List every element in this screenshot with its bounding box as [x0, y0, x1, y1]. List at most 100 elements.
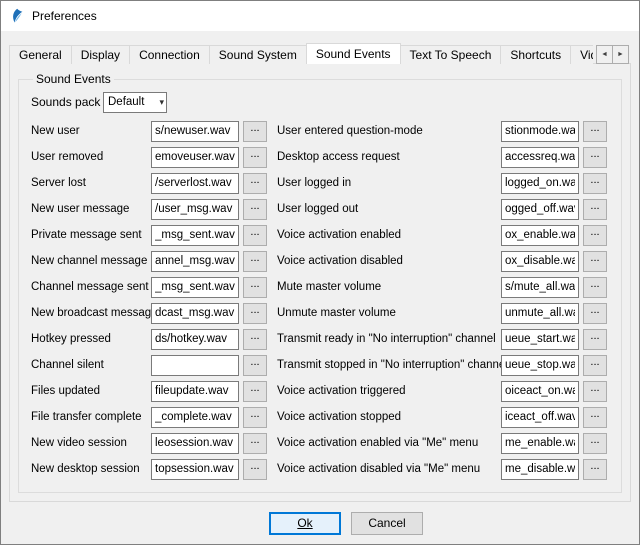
sounds-pack-select[interactable]: Default ▾ [103, 92, 167, 113]
browse-button[interactable]: ... [583, 199, 607, 220]
sound-file-input[interactable] [501, 407, 579, 428]
sound-event-label: Channel silent [31, 359, 151, 371]
browse-button[interactable]: ... [583, 251, 607, 272]
sound-file-input[interactable] [501, 303, 579, 324]
sound-file-input[interactable] [151, 251, 239, 272]
sound-event-row: Transmit stopped in "No interruption" ch… [277, 352, 609, 378]
sound-file-input[interactable] [151, 121, 239, 142]
sound-file-input[interactable] [501, 355, 579, 376]
sound-event-row: New user ... [31, 118, 267, 144]
browse-button[interactable]: ... [243, 173, 267, 194]
sound-file-input[interactable] [151, 277, 239, 298]
browse-button[interactable]: ... [583, 225, 607, 246]
sound-event-label: New channel message [31, 255, 151, 267]
browse-button[interactable]: ... [583, 173, 607, 194]
sound-event-label: Desktop access request [277, 151, 501, 163]
tab-text-to-speech[interactable]: Text To Speech [400, 45, 502, 64]
sound-event-row: Channel silent ... [31, 352, 267, 378]
browse-button[interactable]: ... [243, 381, 267, 402]
sound-file-input[interactable] [151, 147, 239, 168]
sound-event-label: Voice activation disabled via "Me" menu [277, 463, 501, 475]
sound-file-input[interactable] [151, 225, 239, 246]
browse-button[interactable]: ... [583, 459, 607, 480]
sound-event-row: New desktop session ... [31, 456, 267, 482]
browse-button[interactable]: ... [583, 303, 607, 324]
sound-event-row: Private message sent ... [31, 222, 267, 248]
browse-button[interactable]: ... [243, 459, 267, 480]
sound-event-columns: New user ... User removed ... Server los… [31, 118, 609, 482]
browse-button[interactable]: ... [243, 147, 267, 168]
browse-button[interactable]: ... [243, 329, 267, 350]
arrow-left-icon: ◄ [601, 51, 608, 58]
sound-event-label: Private message sent [31, 229, 151, 241]
sound-file-input[interactable] [151, 433, 239, 454]
ok-button[interactable]: Ok [269, 512, 341, 535]
browse-button[interactable]: ... [583, 121, 607, 142]
sound-event-label: Transmit ready in "No interruption" chan… [277, 333, 501, 345]
cancel-button[interactable]: Cancel [351, 512, 423, 535]
preferences-window: Preferences GeneralDisplayConnectionSoun… [0, 0, 640, 545]
sound-events-group: Sound Events Sounds pack Default ▾ New u… [18, 72, 622, 493]
browse-button[interactable]: ... [243, 407, 267, 428]
sounds-pack-row: Sounds pack Default ▾ [31, 88, 609, 116]
sound-event-label: Voice activation enabled [277, 229, 501, 241]
tab-connection[interactable]: Connection [129, 45, 210, 64]
browse-button[interactable]: ... [583, 147, 607, 168]
browse-button[interactable]: ... [243, 433, 267, 454]
browse-button[interactable]: ... [243, 251, 267, 272]
browse-button[interactable]: ... [243, 199, 267, 220]
sound-file-input[interactable] [501, 277, 579, 298]
sound-file-input[interactable] [501, 147, 579, 168]
sound-event-row: Voice activation disabled ... [277, 248, 609, 274]
browse-button[interactable]: ... [583, 355, 607, 376]
sound-file-input[interactable] [151, 381, 239, 402]
tab-sound-events[interactable]: Sound Events [306, 43, 401, 64]
sound-file-input[interactable] [501, 459, 579, 480]
sound-file-input[interactable] [151, 407, 239, 428]
sound-file-input[interactable] [151, 329, 239, 350]
sound-event-label: Mute master volume [277, 281, 501, 293]
sound-event-label: Unmute master volume [277, 307, 501, 319]
sound-file-input[interactable] [501, 251, 579, 272]
sound-event-label: Transmit stopped in "No interruption" ch… [277, 359, 501, 371]
tab-scroll-right-button[interactable]: ► [612, 45, 629, 64]
tab-page-sound-events: Sound Events Sounds pack Default ▾ New u… [9, 63, 631, 502]
sound-file-input[interactable] [501, 121, 579, 142]
sound-event-label: New desktop session [31, 463, 151, 475]
arrow-right-icon: ► [617, 51, 624, 58]
sound-file-input[interactable] [501, 381, 579, 402]
browse-button[interactable]: ... [243, 225, 267, 246]
sound-file-input[interactable] [501, 199, 579, 220]
tab-shortcuts[interactable]: Shortcuts [500, 45, 571, 64]
sound-file-input[interactable] [151, 303, 239, 324]
sound-file-input[interactable] [501, 173, 579, 194]
sound-file-input[interactable] [501, 433, 579, 454]
browse-button[interactable]: ... [583, 329, 607, 350]
sound-events-column-right: User entered question-mode ... Desktop a… [277, 118, 609, 482]
sound-file-input[interactable] [501, 225, 579, 246]
tab-display[interactable]: Display [71, 45, 130, 64]
sound-event-row: New video session ... [31, 430, 267, 456]
sound-event-label: Voice activation enabled via "Me" menu [277, 437, 501, 449]
browse-button[interactable]: ... [583, 277, 607, 298]
browse-button[interactable]: ... [583, 407, 607, 428]
sound-file-input[interactable] [151, 199, 239, 220]
browse-button[interactable]: ... [583, 433, 607, 454]
tab-sound-system[interactable]: Sound System [209, 45, 307, 64]
tab-video[interactable]: Video [570, 45, 593, 64]
browse-button[interactable]: ... [243, 121, 267, 142]
sound-file-input[interactable] [501, 329, 579, 350]
sound-file-input[interactable] [151, 355, 239, 376]
app-icon [9, 8, 25, 24]
browse-button[interactable]: ... [243, 355, 267, 376]
group-title: Sound Events [33, 72, 114, 86]
sound-event-row: Channel message sent ... [31, 274, 267, 300]
sound-file-input[interactable] [151, 173, 239, 194]
sound-file-input[interactable] [151, 459, 239, 480]
browse-button[interactable]: ... [243, 277, 267, 298]
tab-general[interactable]: General [9, 45, 72, 64]
browse-button[interactable]: ... [583, 381, 607, 402]
browse-button[interactable]: ... [243, 303, 267, 324]
sound-event-row: File transfer complete ... [31, 404, 267, 430]
tab-scroll-left-button[interactable]: ◄ [596, 45, 613, 64]
